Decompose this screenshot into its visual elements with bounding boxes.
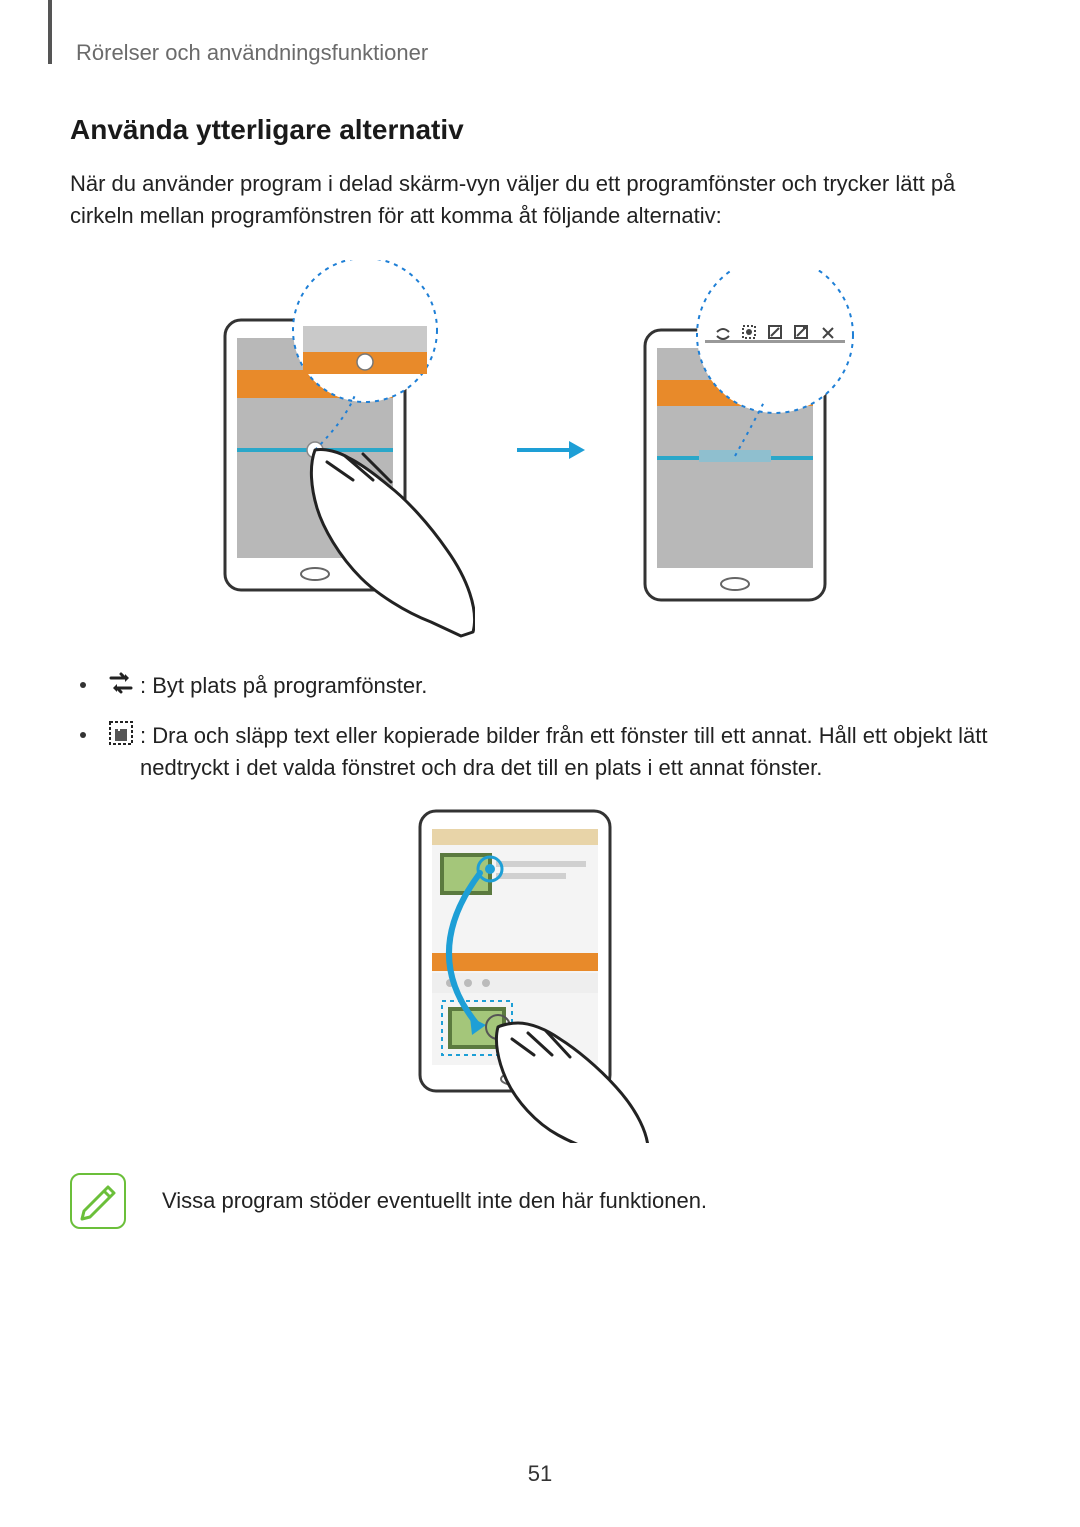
bullet-dot	[80, 682, 86, 688]
drag-drop-icon	[106, 718, 136, 748]
note-icon	[70, 1173, 126, 1229]
bullet-dot	[80, 732, 86, 738]
illustration-tablet-tap-handle	[195, 260, 475, 640]
page-number: 51	[0, 1461, 1080, 1487]
breadcrumb: Rörelser och användningsfunktioner	[76, 40, 1010, 66]
options-bullet-list: : Byt plats på programfönster. : Dra och…	[70, 670, 1010, 784]
arrow-right-icon	[515, 435, 585, 465]
bullet-drag-drop: : Dra och släpp text eller kopierade bil…	[80, 720, 1010, 784]
page-tab-mark	[48, 0, 52, 64]
bullet-swap-windows: : Byt plats på programfönster.	[80, 670, 1010, 702]
section-title: Använda ytterligare alternativ	[70, 114, 1010, 146]
illustration-drag-between-windows	[390, 803, 690, 1143]
illustration-tablet-options-toolbar	[625, 270, 885, 630]
figure-split-screen-options	[70, 260, 1010, 640]
bullet-text: : Dra och släpp text eller kopierade bil…	[140, 720, 1010, 784]
figure-drag-drop	[70, 803, 1010, 1143]
note-row: Vissa program stöder eventuellt inte den…	[70, 1173, 1010, 1229]
intro-paragraph: När du använder program i delad skärm-vy…	[70, 168, 1010, 232]
swap-icon	[106, 668, 136, 698]
bullet-text: : Byt plats på programfönster.	[140, 670, 1010, 702]
note-text: Vissa program stöder eventuellt inte den…	[162, 1188, 707, 1214]
